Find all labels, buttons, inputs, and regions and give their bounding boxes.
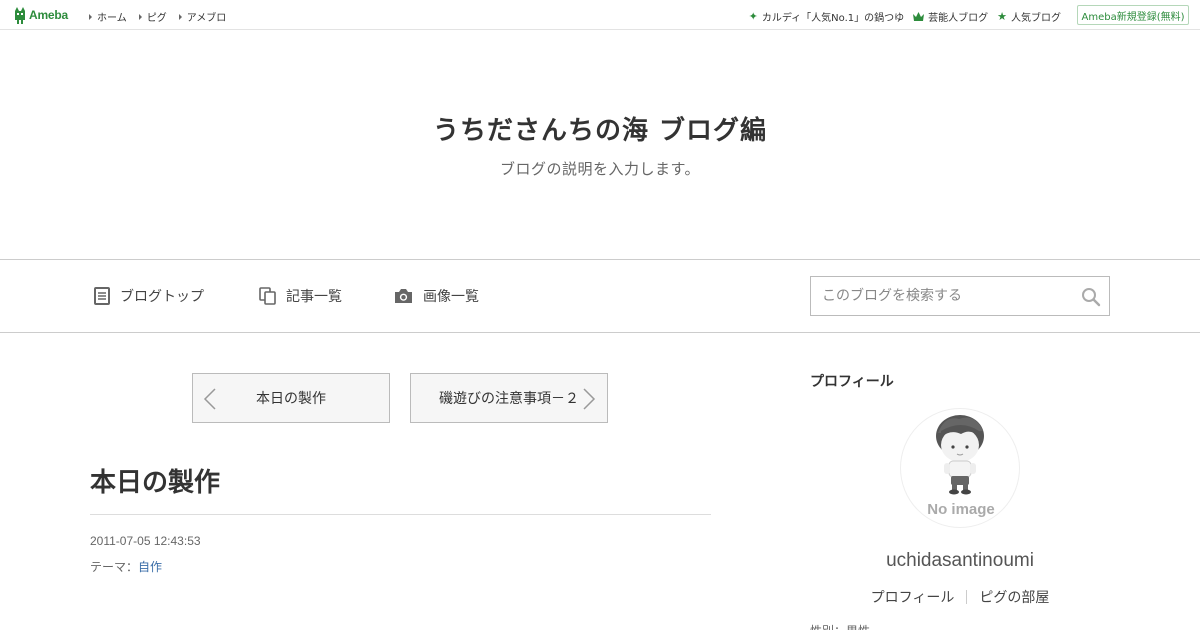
logo-text: Ameba	[29, 8, 69, 22]
nav-link-pigg[interactable]: ピグ	[138, 9, 167, 24]
camera-icon	[395, 289, 412, 303]
caret-right-icon	[89, 13, 92, 20]
pigg-room-link[interactable]: ピグの部屋	[967, 587, 1061, 607]
theme-link[interactable]: 自作	[138, 560, 162, 574]
entry-list-link[interactable]: 記事一覧	[259, 285, 342, 307]
sparkle-icon: ✦	[748, 10, 758, 23]
prev-entry-button[interactable]: 本日の製作	[192, 373, 390, 423]
popular-blogs-label: 人気ブログ	[1011, 13, 1061, 24]
ameba-mascot-icon	[15, 6, 25, 24]
celebrity-blogs-label: 芸能人ブログ	[928, 13, 989, 24]
profile-link[interactable]: プロフィール	[859, 587, 967, 607]
header-right-links: ✦ カルディ「人気No.1」の鍋つゆ 芸能人ブログ ★ 人気ブログ	[740, 9, 1061, 24]
nav-link-label: ホーム	[97, 13, 127, 24]
caret-right-icon	[138, 13, 142, 20]
chevron-right-icon	[583, 388, 596, 410]
promo-link-label: カルディ「人気No.1」の鍋つゆ	[761, 13, 905, 24]
blog-top-link[interactable]: ブログトップ	[94, 285, 204, 307]
entry-date: 2011-07-05 12:43:53	[90, 534, 201, 548]
blog-search	[810, 276, 1110, 316]
ameba-logo[interactable]: Ameba	[13, 6, 68, 24]
star-icon: ★	[997, 10, 1007, 23]
search-icon[interactable]	[1081, 287, 1101, 307]
register-button[interactable]: Ameba新規登録(無料)	[1077, 5, 1189, 25]
no-image-avatar-icon: No image	[927, 415, 995, 518]
sidebar-heading: プロフィール	[810, 374, 894, 390]
chevron-left-icon	[203, 388, 216, 410]
entry-divider	[90, 514, 711, 515]
crown-icon	[913, 12, 925, 21]
avatar[interactable]: No image	[900, 408, 1020, 528]
blog-header: うちださんちの海 ブログ編 ブログの説明を入力します。	[0, 30, 1200, 260]
entry-theme: テーマ：自作	[90, 558, 162, 575]
document-icon	[94, 287, 110, 305]
blog-nav: ブログトップ 記事一覧 画像一覧	[0, 260, 1200, 333]
profile-links: プロフィール ピグの部屋	[810, 587, 1110, 607]
profile-gender-text: 性別：男性	[810, 622, 870, 630]
next-entry-button[interactable]: 磯遊びの注意事項－２	[410, 373, 608, 423]
avatar-caption: No image	[927, 501, 995, 518]
celebrity-blogs-link[interactable]: 芸能人ブログ	[913, 9, 988, 24]
search-input[interactable]	[811, 277, 1071, 315]
profile-user-name[interactable]: uchidasantinoumi	[810, 550, 1110, 572]
blog-description: ブログの説明を入力します。	[499, 160, 700, 178]
nav-link-label: ピグ	[146, 13, 167, 24]
blog-top-label: ブログトップ	[120, 289, 204, 305]
entry-title[interactable]: 本日の製作	[90, 462, 220, 499]
popular-blogs-link[interactable]: ★ 人気ブログ	[997, 9, 1061, 24]
blog-title[interactable]: うちださんちの海 ブログ編	[0, 110, 1200, 147]
global-nav: ホーム ピグ アメブロ	[89, 9, 238, 24]
nav-link-label: アメブロ	[186, 13, 227, 24]
theme-prefix: テーマ：	[90, 560, 139, 574]
next-entry-label: 磯遊びの注意事項－２	[439, 391, 579, 407]
caret-right-icon	[178, 13, 182, 20]
image-list-label: 画像一覧	[423, 289, 479, 305]
global-header: Ameba ホーム ピグ アメブロ ✦ カルディ「人気No.1」の鍋つゆ 芸能人…	[0, 0, 1200, 30]
promo-link[interactable]: ✦ カルディ「人気No.1」の鍋つゆ	[749, 9, 904, 24]
image-list-link[interactable]: 画像一覧	[394, 285, 479, 307]
prev-entry-label: 本日の製作	[256, 391, 326, 407]
entry-list-label: 記事一覧	[286, 289, 342, 305]
copy-icon	[259, 287, 276, 305]
nav-link-ameblo[interactable]: アメブロ	[178, 9, 227, 24]
nav-link-home[interactable]: ホーム	[89, 9, 127, 24]
